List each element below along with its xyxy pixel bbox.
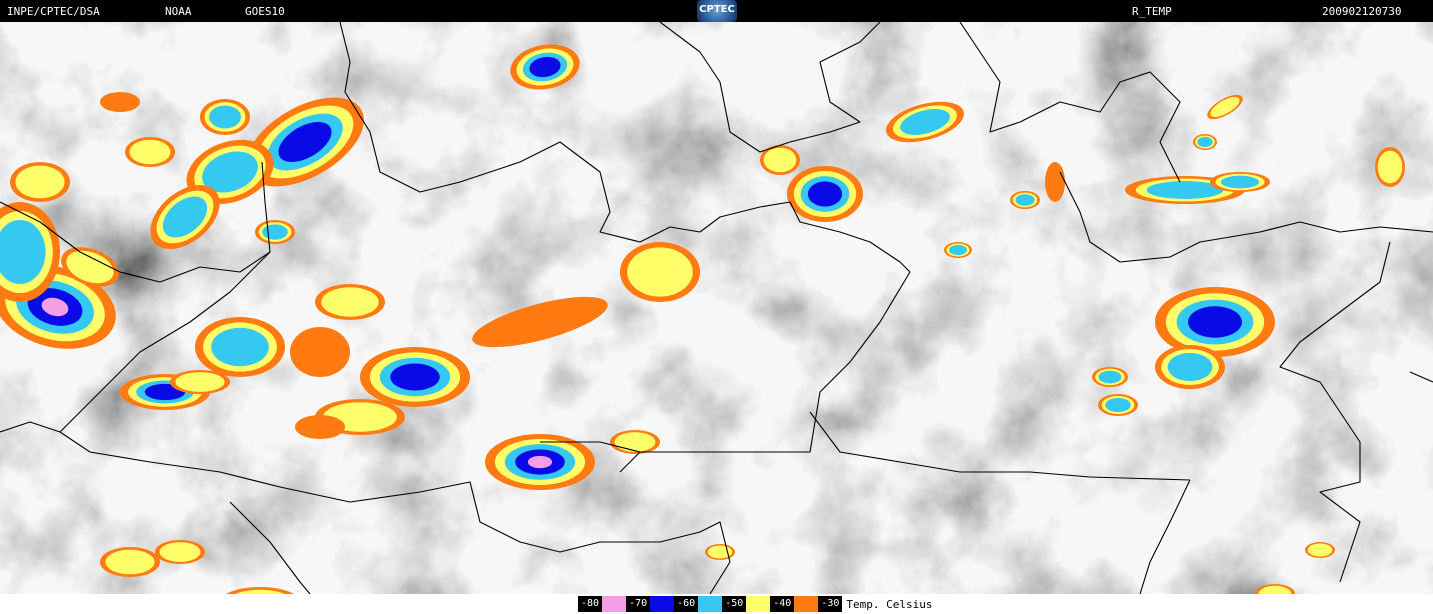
legend-item: -80 [578,596,627,612]
legend-label: -70 [626,596,651,612]
logo-text: CPTEC [699,4,735,15]
storm-shape [209,105,241,129]
storm-shape [1045,162,1065,202]
product-label: R_TEMP [1132,5,1172,18]
legend-label: -30 [818,596,843,612]
source-label: INPE/CPTEC/DSA [7,5,100,18]
storm-shape [262,224,288,240]
legend-label: -60 [674,596,699,612]
storm-shape [105,549,155,575]
timestamp-label: 200902120730 [1322,5,1402,18]
satellite-image [0,22,1433,594]
storm-shape [1015,194,1035,206]
legend-swatch [698,596,723,612]
storm-shape [321,287,379,317]
legend-label: -50 [722,596,747,612]
legend-unit: Temp. Celsius [846,597,933,611]
storm-shape [1167,352,1213,382]
storm-shape [295,415,345,439]
storm-shape [129,139,171,165]
storm-shape [1307,543,1333,557]
header-bar: INPE/CPTEC/DSA NOAA GOES10 CPTEC R_TEMP … [0,0,1433,22]
storm-shape [100,92,140,112]
satellite-label: GOES10 [245,5,285,18]
storm-shape [390,363,440,391]
legend-swatch [794,596,819,612]
legend-item: -30 [818,596,843,612]
storm-shape [1220,175,1260,189]
storm-shape [15,165,65,199]
storm-shape [211,327,269,367]
storm-shape [175,372,225,392]
cptec-logo: CPTEC [697,0,737,22]
legend-label: -40 [770,596,795,612]
legend-item: -60 [674,596,723,612]
legend-swatch [650,596,675,612]
legend-swatch [746,596,771,612]
temperature-legend: -80 -70 -60 -50 -40 -30 Temp. Celsius [578,596,932,612]
legend-item: -40 [770,596,819,612]
storm-shape [614,432,656,452]
legend-label: -80 [578,596,603,612]
storm-shape [763,147,797,173]
storm-shape [1197,136,1213,148]
storm-shape [627,247,693,297]
storm-shape [1105,397,1131,413]
storm-shape [527,455,553,469]
legend-item: -70 [626,596,675,612]
storm-shape [1098,370,1122,384]
legend-item: -50 [722,596,771,612]
storm-shape [807,181,843,207]
legend-swatch [602,596,627,612]
legend-bar: -80 -70 -60 -50 -40 -30 Temp. Celsius [0,594,1433,614]
storm-shape [1377,150,1403,184]
agency-label: NOAA [165,5,192,18]
storm-shape [1188,306,1242,338]
storm-shape [159,542,201,562]
storm-shape [290,327,350,377]
infrared-map [0,22,1433,594]
storm-shape [949,244,967,256]
